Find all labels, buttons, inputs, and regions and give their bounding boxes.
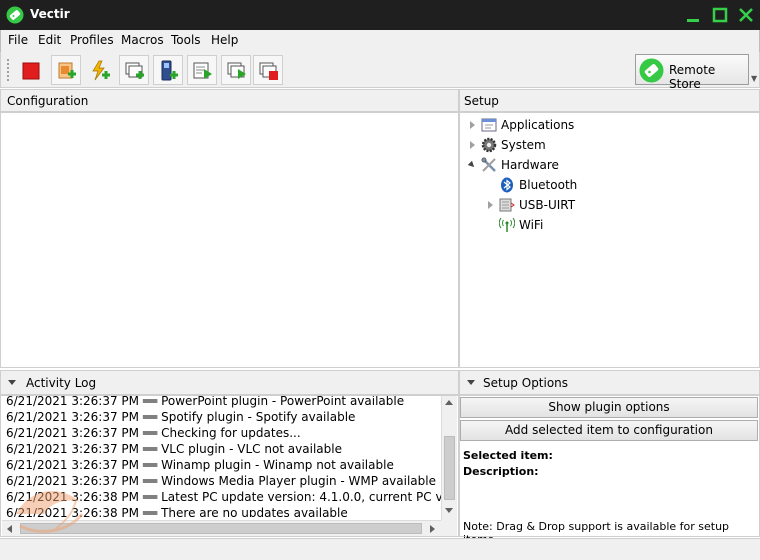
tree-item-label: System — [501, 138, 546, 152]
tree-item-hardware[interactable]: Hardware — [467, 157, 668, 175]
description-label: Description: — [463, 465, 539, 478]
scroll-corner — [441, 520, 457, 536]
tree-item-wifi[interactable]: WiFi — [486, 217, 686, 235]
new-shortcut-button[interactable] — [85, 55, 115, 85]
toolbar-grip[interactable] — [6, 58, 10, 82]
configuration-title: Configuration — [7, 94, 89, 108]
status-bar — [0, 538, 760, 560]
log-line: 6/21/2021 3:26:37 PM ══ Spotify plugin -… — [6, 410, 356, 424]
stop-button[interactable] — [15, 55, 45, 85]
log-line: 6/21/2021 3:26:38 PM ══ There are no upd… — [6, 506, 348, 517]
new-window-icon — [125, 62, 144, 79]
activity-log-area: 6/21/2021 3:26:37 PM ══ PowerPoint plugi… — [0, 395, 459, 537]
menu-edit[interactable]: Edit — [38, 33, 61, 47]
menu-profiles[interactable]: Profiles — [70, 33, 114, 47]
setup-header: Setup — [459, 89, 760, 112]
setup-options-title: Setup Options — [483, 376, 569, 390]
remote-store-icon — [639, 58, 664, 83]
toolbar-overflow-icon[interactable]: ▼ — [751, 74, 757, 83]
tree-item-label: Applications — [501, 118, 575, 132]
log-line: 6/21/2021 3:26:37 PM ══ VLC plugin - VLC… — [6, 442, 342, 456]
log-line: 6/21/2021 3:26:37 PM ══ PowerPoint plugi… — [6, 396, 405, 408]
vectir-logo-icon — [6, 6, 24, 24]
new-profile-button[interactable] — [51, 55, 81, 85]
applications-icon — [481, 118, 497, 132]
run-macro-icon — [193, 62, 212, 79]
scroll-thumb[interactable] — [444, 436, 455, 500]
expander-icon[interactable] — [470, 141, 475, 149]
run-window-icon — [227, 62, 246, 79]
close-icon[interactable] — [735, 4, 757, 26]
expander-icon[interactable] — [470, 121, 475, 129]
toolbar: Remote Store ▼ — [0, 52, 760, 91]
remote-store-button[interactable]: Remote Store — [635, 54, 749, 91]
title-bar: Vectir — [0, 0, 760, 30]
tree-item-bluetooth[interactable]: Bluetooth — [486, 177, 686, 195]
stop-icon — [22, 62, 40, 80]
log-line: 6/21/2021 3:26:37 PM ══ Checking for upd… — [6, 426, 301, 440]
tree-item-applications[interactable]: Applications — [468, 117, 668, 135]
activity-log-title: Activity Log — [26, 376, 97, 390]
configuration-header: Configuration — [0, 89, 459, 112]
setup-title: Setup — [464, 94, 499, 108]
run-window-button[interactable] — [221, 55, 251, 85]
new-window-button[interactable] — [119, 55, 149, 85]
log-line: 6/21/2021 3:26:38 PM ══ Latest PC update… — [6, 490, 441, 504]
expander-icon[interactable] — [488, 201, 493, 209]
expander-expanded-icon[interactable] — [467, 160, 477, 170]
add-to-configuration-button[interactable]: Add selected item to configuration — [460, 420, 758, 441]
scroll-up-icon[interactable] — [445, 400, 453, 405]
tree-item-label: Bluetooth — [519, 178, 578, 192]
gear-icon — [481, 137, 497, 153]
minimize-icon[interactable] — [682, 4, 704, 26]
log-vertical-scrollbar[interactable] — [441, 396, 457, 520]
run-macro-button[interactable] — [187, 55, 217, 85]
stop-window-icon — [259, 62, 278, 80]
wifi-icon — [499, 217, 515, 232]
new-remote-button[interactable] — [153, 55, 183, 85]
new-remote-icon — [161, 60, 178, 81]
selected-item-label: Selected item: — [463, 449, 553, 462]
tree-item-label: Hardware — [501, 158, 559, 172]
tree-item-system[interactable]: System — [468, 137, 668, 155]
collapse-arrow-icon[interactable] — [8, 380, 16, 385]
scroll-thumb[interactable] — [20, 523, 422, 534]
tree-item-label: WiFi — [519, 218, 544, 232]
menu-tools[interactable]: Tools — [171, 33, 201, 47]
window-title: Vectir — [30, 7, 70, 21]
setup-tree: Applications System Hardware Bluetooth U… — [459, 112, 760, 368]
tree-item-label: USB-UIRT — [519, 198, 576, 212]
menu-macros[interactable]: Macros — [121, 33, 164, 47]
log-horizontal-scrollbar[interactable] — [2, 520, 441, 536]
bluetooth-icon — [501, 177, 513, 193]
activity-log-header[interactable]: Activity Log — [0, 370, 459, 395]
menu-help[interactable]: Help — [211, 33, 238, 47]
tools-icon — [481, 157, 496, 172]
scroll-down-icon[interactable] — [445, 508, 453, 513]
menu-bar: File Edit Profiles Macros Tools Help — [0, 30, 760, 52]
usb-uirt-icon — [499, 198, 515, 212]
show-plugin-options-button[interactable]: Show plugin options — [460, 397, 758, 418]
configuration-area[interactable] — [0, 112, 459, 368]
maximize-icon[interactable] — [709, 4, 731, 26]
new-profile-icon — [58, 62, 76, 79]
scroll-right-icon[interactable] — [430, 525, 435, 533]
stop-window-button[interactable] — [253, 55, 283, 85]
scroll-left-icon[interactable] — [7, 525, 12, 533]
collapse-arrow-icon[interactable] — [467, 380, 475, 385]
log-line: 6/21/2021 3:26:37 PM ══ Winamp plugin - … — [6, 458, 394, 472]
menu-file[interactable]: File — [8, 33, 28, 47]
log-viewport: 6/21/2021 3:26:37 PM ══ PowerPoint plugi… — [1, 396, 441, 517]
log-line: 6/21/2021 3:26:37 PM ══ Windows Media Pl… — [6, 474, 436, 488]
remote-store-label: Remote Store — [669, 63, 716, 91]
tree-item-usb-uirt[interactable]: USB-UIRT — [486, 197, 686, 215]
setup-options-header[interactable]: Setup Options — [459, 370, 760, 395]
new-shortcut-icon — [92, 60, 110, 81]
